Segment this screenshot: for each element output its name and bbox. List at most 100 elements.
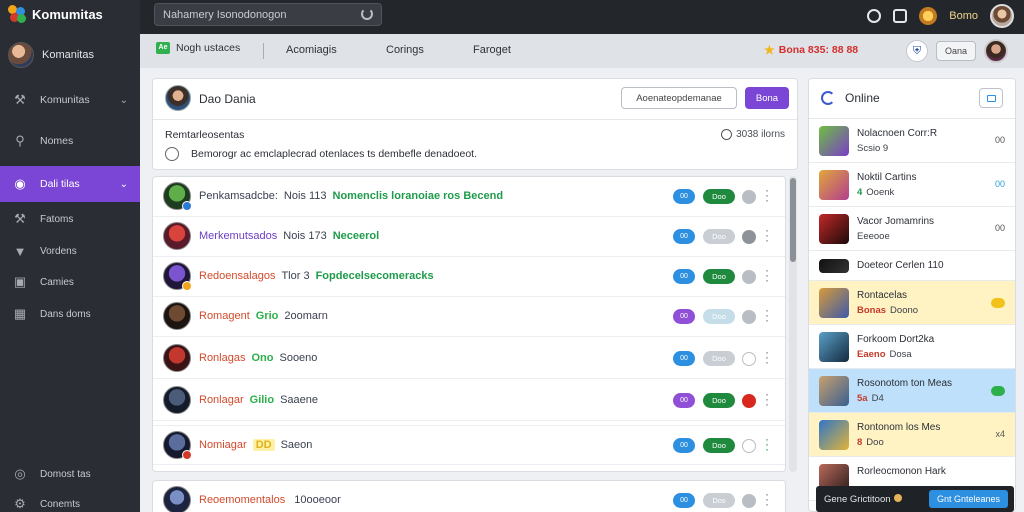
list-item[interactable]: Forkoom Dort2ka Eaeno Dosa: [809, 325, 1015, 369]
more-icon[interactable]: · · ·: [765, 388, 769, 410]
tab-corings[interactable]: Corings: [386, 44, 424, 56]
count-badge[interactable]: 00: [673, 229, 695, 244]
history-icon[interactable]: [867, 9, 882, 23]
avatar: [819, 332, 849, 362]
sidebar-item-komunitas[interactable]: ⚒ Komunitas ⌄: [0, 85, 140, 115]
status-pill[interactable]: Dos: [703, 493, 735, 508]
row-meta: Sooeno: [279, 352, 318, 364]
count-badge[interactable]: 00: [673, 493, 695, 508]
post-submit-button[interactable]: Bona: [745, 87, 789, 109]
status-pill[interactable]: Doo: [703, 309, 735, 324]
more-icon[interactable]: · · ·: [765, 264, 769, 286]
post-input[interactable]: Aoenateopdemanae: [621, 87, 737, 109]
list-item[interactable]: Rosonotom ton Meas 5a D4: [809, 369, 1015, 413]
row-name[interactable]: Ronlagar: [199, 394, 244, 406]
row-name[interactable]: Ronlagas: [199, 352, 245, 364]
status-dot[interactable]: [742, 190, 756, 204]
status-pill[interactable]: Doo: [703, 229, 735, 244]
thread-list-bottom: Reoemomentalos 10ooeoor 00 Dos · · ·: [152, 480, 786, 512]
online-user-tag: 5a: [857, 393, 868, 404]
more-icon[interactable]: · · ·: [765, 346, 769, 368]
status-pill[interactable]: Doo: [703, 189, 735, 204]
tab-faroget[interactable]: Faroget: [473, 44, 511, 56]
presence-dot: [182, 450, 192, 460]
tab-acomiagis[interactable]: Acomiagis: [286, 44, 337, 56]
scrollbar-thumb[interactable]: [790, 178, 796, 262]
post-input-placeholder: Aoenateopdemanae: [636, 92, 722, 104]
list-item[interactable]: Vacor Jomamrins Eeeooe 00: [809, 207, 1015, 251]
row-title: Penkamsadcbe: Nois 113 Nomenclis loranoiae…: [199, 190, 503, 202]
row-name[interactable]: Romagent: [199, 310, 250, 322]
more-icon[interactable]: · · ·: [765, 433, 769, 455]
sidebar-user[interactable]: Komanitas: [8, 42, 94, 68]
expand-button[interactable]: [979, 88, 1003, 108]
table-row[interactable]: Reoemomentalos 10ooeoor 00 Dos · · ·: [153, 481, 787, 512]
avatar[interactable]: [984, 39, 1008, 63]
tab-action-button[interactable]: Oana: [935, 41, 976, 61]
avatar[interactable]: [990, 4, 1014, 28]
more-icon[interactable]: · · ·: [765, 224, 769, 246]
list-item[interactable]: Noktil Cartins 4 Ooenk 00: [809, 163, 1015, 207]
table-row[interactable]: Ronlagas Ono Sooeno 00 Doo · · ·: [153, 339, 785, 379]
list-item[interactable]: Nolacnoen Corr:R Scsio 9 00: [809, 119, 1015, 163]
sidebar-item-dali-tilas[interactable]: ◉ Dali tilas ⌄: [0, 166, 140, 202]
sidebar-item-vordens[interactable]: ▼ Vordens: [0, 238, 140, 264]
list-item[interactable]: Doeteor Cerlen 110: [809, 251, 1015, 281]
top-username[interactable]: Bomo: [949, 10, 978, 22]
count-badge[interactable]: 00: [673, 438, 695, 453]
row-highlight[interactable]: Nomenclis loranoiae ros Becend: [333, 190, 504, 202]
status-dot[interactable]: [742, 270, 756, 284]
table-row[interactable]: Redoensalagos Tlor 3 Fopdecelsecomeracks 00…: [153, 257, 785, 297]
row-name[interactable]: Merkemutsados: [199, 230, 277, 242]
calendar-icon[interactable]: [893, 9, 908, 23]
count-badge[interactable]: 00: [673, 269, 695, 284]
row-name[interactable]: Reoemomentalos: [199, 494, 285, 506]
row-name[interactable]: Nomiagar: [199, 439, 247, 451]
status-dot[interactable]: [742, 439, 756, 453]
sidebar-item-camies[interactable]: ▣ Camies: [0, 269, 140, 295]
count-badge[interactable]: 00: [673, 309, 695, 324]
count-badge[interactable]: 00: [673, 393, 695, 408]
sidebar-item-fatoms[interactable]: ⚒ Fatoms: [0, 206, 140, 232]
table-row[interactable]: Nomiagar DD Saeon 00 Doo · · ·: [153, 425, 785, 465]
row-name[interactable]: Redoensalagos: [199, 270, 275, 282]
status-pill[interactable]: Doo: [703, 269, 735, 284]
sidebar-item-domost-tas[interactable]: ◎ Domost tas: [0, 461, 140, 487]
table-row[interactable]: Merkemutsados Nois 173 Neceerol 00 Doo · · ·: [153, 217, 785, 257]
more-icon[interactable]: · · ·: [765, 184, 769, 206]
refresh-icon[interactable]: [821, 91, 835, 105]
sidebar-item-conemts[interactable]: ⚙ Conemts: [0, 491, 140, 512]
online-user-name: Vacor Jomamrins: [857, 216, 935, 227]
table-row[interactable]: Romagent Grio 2oomarn 00 Doo · · ·: [153, 297, 785, 337]
status-pill[interactable]: Doo: [703, 438, 735, 453]
more-icon[interactable]: · · ·: [765, 488, 769, 510]
table-row[interactable]: Ronlagar Gilio Saaene 00 Doo · · ·: [153, 381, 785, 421]
status-dot[interactable]: [742, 310, 756, 324]
sidebar-user-name: Komanitas: [42, 49, 94, 61]
count-badge[interactable]: 00: [673, 351, 695, 366]
chat-bar-button[interactable]: Gnt Gnteleanes: [928, 490, 1008, 508]
table-row[interactable]: Penkamsadcbe: Nois 113 Nomenclis loranoiae…: [153, 177, 785, 217]
search-input[interactable]: Nahamery Isonodonogon: [154, 3, 382, 26]
sidebar-item-dans-doms[interactable]: ▦ Dans doms: [0, 301, 140, 327]
status-dot[interactable]: [742, 494, 756, 508]
count-badge[interactable]: 00: [673, 189, 695, 204]
status-pill[interactable]: Doo: [703, 393, 735, 408]
refresh-icon[interactable]: [361, 8, 373, 20]
list-item[interactable]: Rontacelas Bonas Doono: [809, 281, 1015, 325]
row-name[interactable]: Penkamsadcbe:: [199, 190, 278, 202]
status-dot[interactable]: [742, 230, 756, 244]
status-pill[interactable]: Doo: [703, 351, 735, 366]
sidebar-item-nomes[interactable]: ⚲ Nomes: [0, 126, 140, 156]
app-brand[interactable]: Komumitas: [8, 4, 103, 24]
scrollbar[interactable]: [789, 176, 797, 472]
row-highlight[interactable]: Neceerol: [333, 230, 379, 242]
shield-icon[interactable]: ⛨: [905, 40, 928, 62]
status-dot[interactable]: [742, 352, 756, 366]
status-dot[interactable]: [742, 394, 756, 408]
row-highlight[interactable]: Fopdecelsecomeracks: [316, 270, 434, 282]
divider: [263, 43, 264, 59]
list-item[interactable]: Rontonom los Mes 8 Doo x4: [809, 413, 1015, 457]
tab-home[interactable]: Ae Nogh ustaces: [156, 42, 240, 54]
more-icon[interactable]: · · ·: [765, 304, 769, 326]
